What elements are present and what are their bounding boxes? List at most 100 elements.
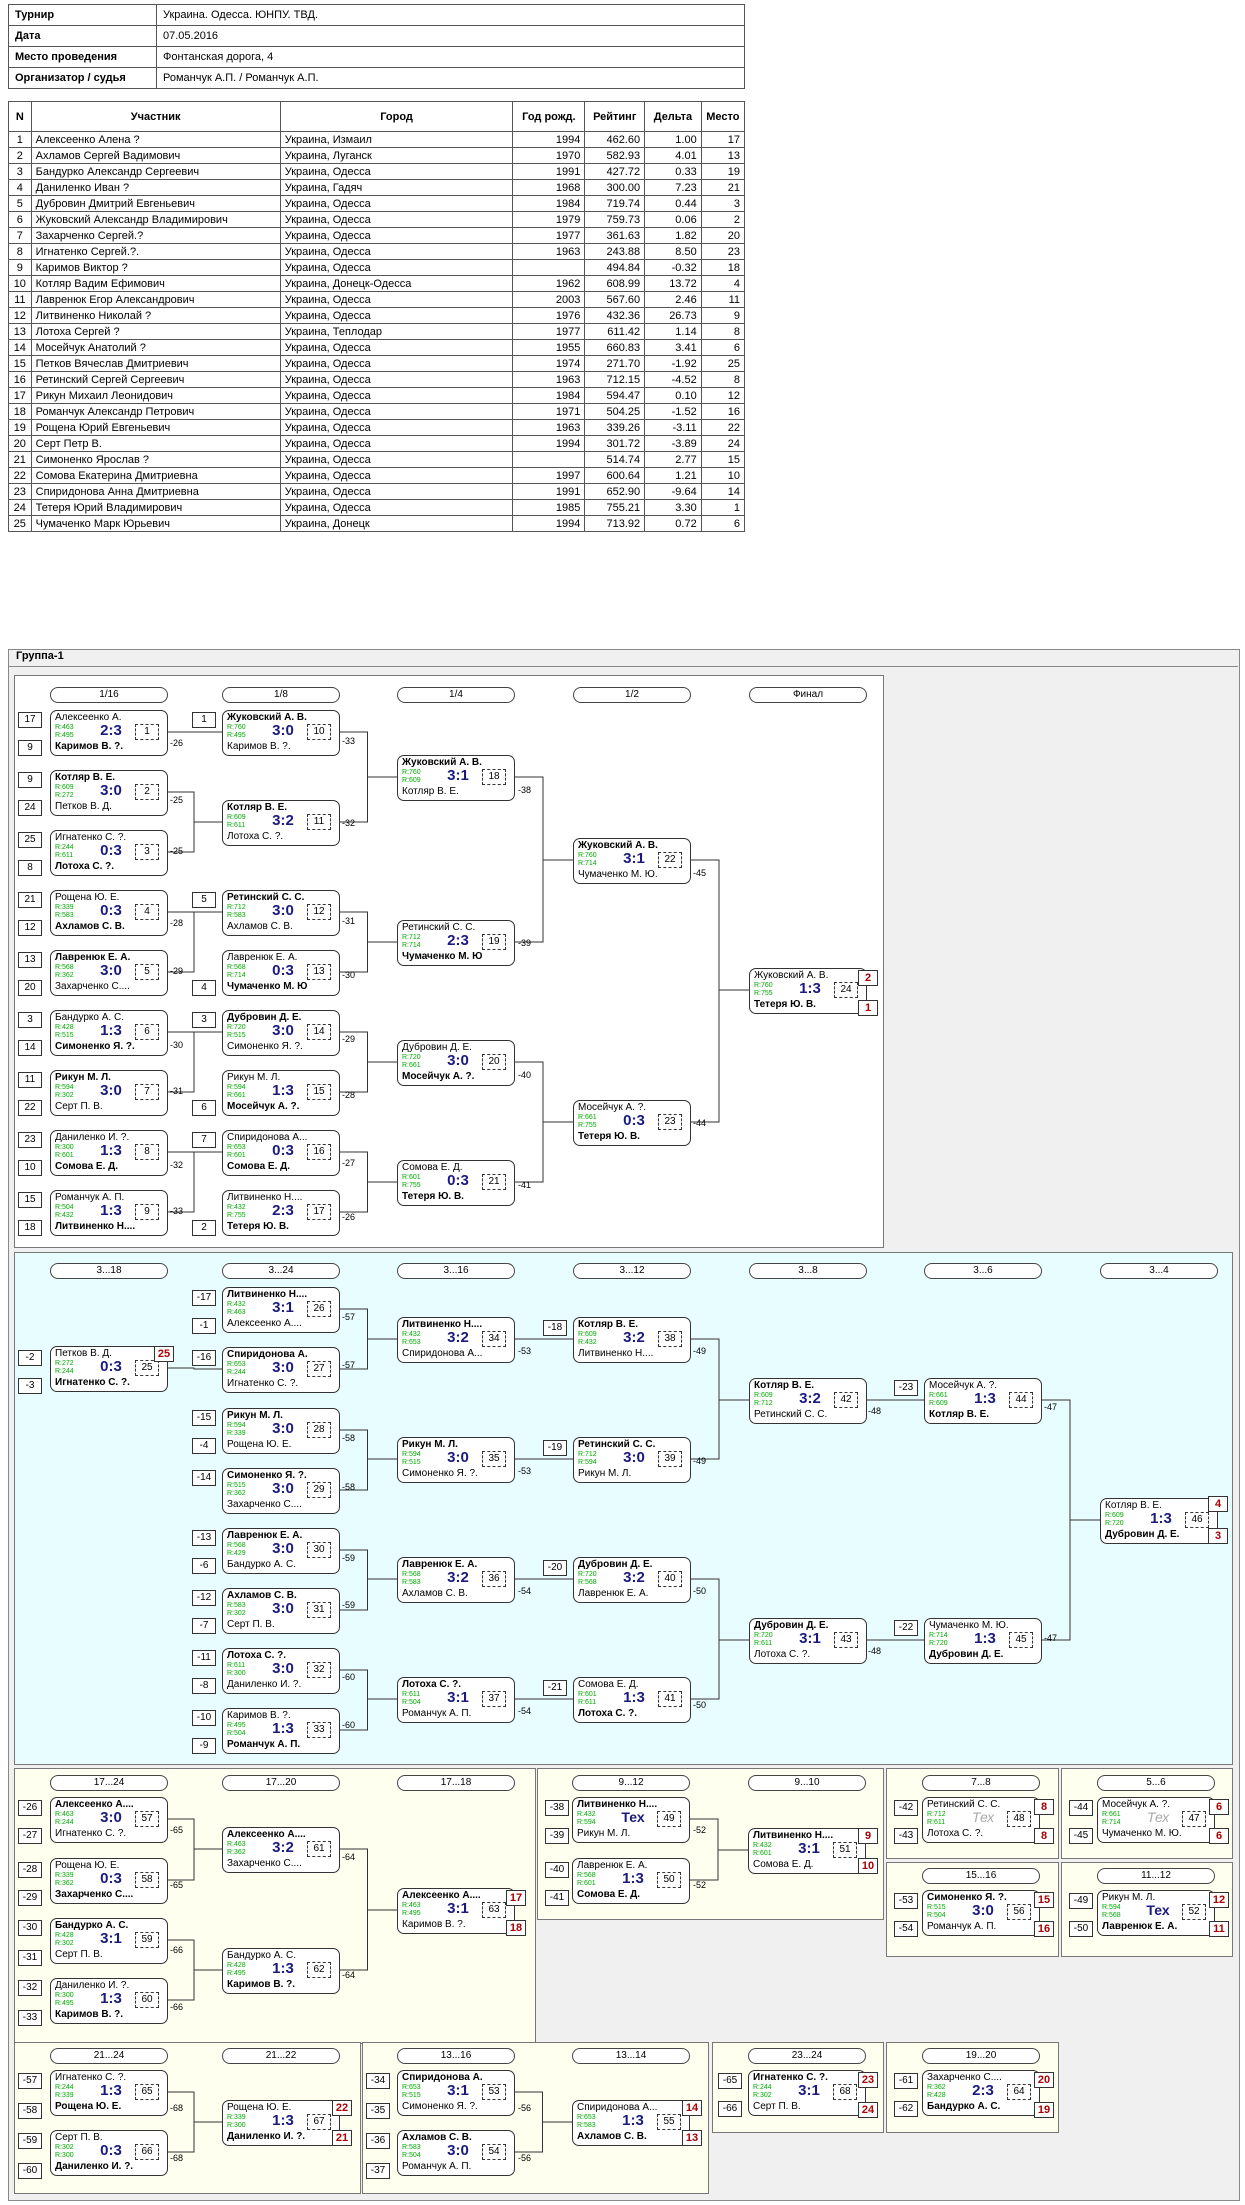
match-box[interactable]: Игнатенко С. ?. R:244 R:611 0:3 3 Лотоха С. ?… [50,830,168,876]
loser-destination-label: -40 [518,1070,532,1080]
rating-bottom: R:302 [55,1940,74,1947]
match-box[interactable]: Алексеенко А.... R:463 R:362 3:2 61 Захарченк… [222,1827,340,1873]
match-box[interactable]: Котляр В. Е. R:609 R:712 3:2 42 Ретинский С. … [749,1378,867,1424]
player-bottom: Тетеря Ю. В. [402,1191,464,1202]
match-box[interactable]: Симоненко Я. ?. R:515 R:362 3:0 29 Захарченко… [222,1468,340,1514]
player-bottom: Романчук А. П. [227,1739,301,1750]
match-box[interactable]: Литвиненко Н.... R:432 R:594 Тех 49 Рикун М. … [572,1797,690,1843]
match-box[interactable]: Бандурко А. С. R:428 R:495 1:3 62 Каримов В. … [222,1948,340,1994]
match-box[interactable]: Бандурко А. С. R:428 R:515 1:3 6 Симоненко Я.… [50,1010,168,1056]
match-box[interactable]: Дубровин Д. Е. R:720 R:515 3:0 14 Симоненко Я… [222,1010,340,1056]
match-box[interactable]: Сомова Е. Д. R:601 R:611 1:3 41 Лотоха С. ?. [573,1677,691,1723]
match-box[interactable]: Рикун М. Л. R:594 R:339 3:0 28 Рощена Ю. Е. [222,1408,340,1454]
rating-bottom: R:601 [753,1850,772,1857]
match-box[interactable]: Литвиненко Н.... R:432 R:755 2:3 17 Тетеря Ю.… [222,1190,340,1236]
match-box[interactable]: Ретинский С. С. R:712 R:714 2:3 19 Чумаченко … [397,920,515,966]
match-score: 1:3 [100,1022,122,1039]
match-box[interactable]: Романчук А. П. R:504 R:432 1:3 9 Литвиненко Н… [50,1190,168,1236]
match-box[interactable]: Лавренюк Е. А. R:568 R:601 1:3 50 Сомова Е. Д… [572,1858,690,1904]
seed-number: -57 [18,2073,42,2089]
match-box[interactable]: Захарченко С.... R:362 R:428 2:3 64 Бандурко … [922,2070,1040,2116]
match-box[interactable]: Мосейчук А. ?. R:661 R:609 1:3 44 Котляр В. Е… [924,1378,1042,1424]
match-box[interactable]: Спиридонова А... R:653 R:515 3:1 53 Симоненко… [397,2070,515,2116]
player-bottom: Симоненко Я. ?. [55,1041,135,1052]
match-box[interactable]: Алексеенко А.... R:463 R:244 3:0 57 Игнатенко… [50,1797,168,1843]
match-box[interactable]: Игнатенко С. ?. R:244 R:302 3:1 68 Серт П. В. [748,2070,866,2116]
player-bottom: Дубровин Д. Е. [929,1649,1004,1660]
match-box[interactable]: Жуковский А. В. R:760 R:609 3:1 18 Котляр В. … [397,755,515,801]
place-badge: 18 [506,1920,526,1936]
match-box[interactable]: Литвиненко Н.... R:432 R:653 3:2 34 Спиридоно… [397,1317,515,1363]
match-box[interactable]: Рикун М. Л. R:594 R:515 3:0 35 Симоненко Я. ?… [397,1437,515,1483]
match-box[interactable]: Котляр В. Е. R:609 R:432 3:2 38 Литвиненко Н.… [573,1317,691,1363]
match-box[interactable]: Рикун М. Л. R:594 R:568 Тех 52 Лавренюк Е. А. [1097,1890,1215,1936]
match-box[interactable]: Котляр В. Е. R:609 R:272 3:0 2 Петков В. Д. [50,770,168,816]
match-box[interactable]: Рощена Ю. Е. R:339 R:583 0:3 4 Ахламов С. В. [50,890,168,936]
rating-top: R:244 [55,2084,74,2091]
match-box[interactable]: Ахламов С. В. R:583 R:504 3:0 54 Романчук А. … [397,2130,515,2176]
match-number: 52 [1182,1904,1206,1920]
match-box[interactable]: Котляр В. Е. R:609 R:611 3:2 11 Лотоха С. ?. [222,800,340,846]
match-box[interactable]: Литвиненко Н.... R:432 R:463 3:1 26 Алексеенк… [222,1287,340,1333]
match-box[interactable]: Спиридонова А... R:653 R:601 0:3 16 Сомова Е.… [222,1130,340,1176]
match-score: 3:0 [272,1022,294,1039]
match-box[interactable]: Лавренюк Е. А. R:568 R:362 3:0 5 Захарченко С… [50,950,168,996]
player-bottom: Сомова Е. Д. [753,1859,814,1870]
match-box[interactable]: Спиридонова А... R:653 R:583 1:3 55 Ахламов С… [572,2100,690,2146]
match-box[interactable]: Спиридонова А... R:653 R:244 3:0 27 Игнатенко… [222,1347,340,1393]
match-box[interactable]: Алексеенко А.... R:463 R:495 3:1 63 Каримов В… [397,1888,515,1934]
seed-number: -28 [18,1862,42,1878]
match-box[interactable]: Жуковский А. В. R:760 R:714 3:1 22 Чумаченко … [573,838,691,884]
player-bottom: Бандурко А. С. [927,2101,1001,2112]
match-box[interactable]: Котляр В. Е. R:609 R:720 1:3 46 Дубровин Д. Е… [1100,1498,1218,1544]
match-number: 44 [1009,1392,1033,1408]
match-box[interactable]: Чумаченко М. Ю. R:714 R:720 1:3 45 Дубровин Д… [924,1618,1042,1664]
match-box[interactable]: Симоненко Я. ?. R:515 R:504 3:0 56 Романчук А… [922,1890,1040,1936]
rating-bottom: R:720 [1105,1520,1124,1527]
match-box[interactable]: Рощена Ю. Е. R:339 R:300 1:3 67 Даниленко И. … [222,2100,340,2146]
rating-bottom: R:272 [55,792,74,799]
rating-bottom: R:362 [227,1849,246,1856]
match-box[interactable]: Дубровин Д. Е. R:720 R:661 3:0 20 Мосейчук А.… [397,1040,515,1086]
rating-top: R:339 [55,1872,74,1879]
match-number: 7 [135,1084,159,1100]
place-badge: 11 [1209,1921,1229,1937]
player-bottom: Захарченко С.... [55,981,130,992]
match-box[interactable]: Рикун М. Л. R:594 R:302 3:0 7 Серт П. В. [50,1070,168,1116]
match-box[interactable]: Жуковский А. В. R:760 R:495 3:0 10 Каримов В.… [222,710,340,756]
match-box[interactable]: Петков В. Д. R:272 R:244 0:3 25 Игнатенко С. … [50,1346,168,1392]
match-box[interactable]: Лавренюк Е. А. R:568 R:583 3:2 36 Ахламов С. … [397,1557,515,1603]
place-badge: 6 [1209,1828,1229,1844]
match-number: 22 [658,852,682,868]
match-box[interactable]: Ретинский С. С. R:712 R:583 3:0 12 Ахламов С.… [222,890,340,936]
match-box[interactable]: Лавренюк Е. А. R:568 R:429 3:0 30 Бандурко А.… [222,1528,340,1574]
match-box[interactable]: Ретинский С. С. R:712 R:611 Тех 48 Лотоха С. … [922,1797,1040,1843]
rating-bottom: R:495 [55,2000,74,2007]
match-box[interactable]: Бандурко А. С. R:428 R:302 3:1 59 Серт П. В. [50,1918,168,1964]
match-box[interactable]: Дубровин Д. Е. R:720 R:611 3:1 43 Лотоха С. ?… [749,1618,867,1664]
loser-destination-label: -26 [170,738,184,748]
match-box[interactable]: Литвиненко Н.... R:432 R:601 3:1 51 Сомова Е.… [748,1828,866,1874]
rating-bottom: R:755 [754,990,773,997]
loser-destination-label: -29 [342,1034,356,1044]
match-box[interactable]: Игнатенко С. ?. R:244 R:339 1:3 65 Рощена Ю. … [50,2070,168,2116]
match-box[interactable]: Лотоха С. ?. R:611 R:504 3:1 37 Романчук А. П… [397,1677,515,1723]
match-box[interactable]: Серт П. В. R:302 R:300 0:3 66 Даниленко И. ?. [50,2130,168,2176]
match-box[interactable]: Сомова Е. Д. R:601 R:755 0:3 21 Тетеря Ю. В. [397,1160,515,1206]
match-box[interactable]: Ахламов С. В. R:583 R:302 3:0 31 Серт П. В. [222,1588,340,1634]
match-box[interactable]: Даниленко И. ?. R:300 R:601 1:3 8 Сомова Е. Д… [50,1130,168,1176]
rating-top: R:594 [227,1422,246,1429]
match-box[interactable]: Лотоха С. ?. R:611 R:300 3:0 32 Даниленко И. … [222,1648,340,1694]
match-box[interactable]: Дубровин Д. Е. R:720 R:568 3:2 40 Лавренюк Е.… [573,1557,691,1603]
match-box[interactable]: Каримов В. ?. R:495 R:504 1:3 33 Романчук А. … [222,1708,340,1754]
player-bottom: Лотоха С. ?. [578,1708,638,1719]
match-box[interactable]: Жуковский А. В. R:760 R:755 1:3 24 Тетеря Ю. … [749,968,867,1014]
match-box[interactable]: Ретинский С. С. R:712 R:594 3:0 39 Рикун М. Л… [573,1437,691,1483]
match-box[interactable]: Мосейчук А. ?. R:661 R:714 Тех 47 Чумаченко М… [1097,1797,1215,1843]
match-box[interactable]: Лавренюк Е. А. R:568 R:714 0:3 13 Чумаченко М… [222,950,340,996]
match-box[interactable]: Даниленко И. ?. R:300 R:495 1:3 60 Каримов В.… [50,1978,168,2024]
match-box[interactable]: Мосейчук А. ?. R:661 R:755 0:3 23 Тетеря Ю. В… [573,1100,691,1146]
match-box[interactable]: Рикун М. Л. R:594 R:661 1:3 15 Мосейчук А. ?. [222,1070,340,1116]
match-box[interactable]: Алексеенко А. R:463 R:495 2:3 1 Каримов В. ?. [50,710,168,756]
match-box[interactable]: Рощена Ю. Е. R:339 R:362 0:3 58 Захарченко С.… [50,1858,168,1904]
